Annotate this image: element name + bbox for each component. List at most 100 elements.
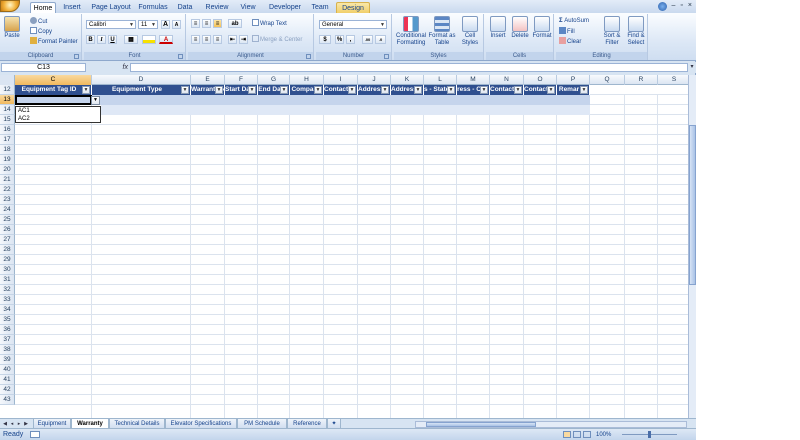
filter-dropdown-icon[interactable]: ▼ <box>280 86 288 94</box>
last-sheet-icon[interactable]: ▶ <box>23 420 29 428</box>
vertical-scrollbar[interactable] <box>688 75 696 418</box>
tab-team[interactable]: Team <box>308 2 332 13</box>
row-header-18[interactable]: 18 <box>0 145 15 155</box>
horizontal-scrollbar[interactable] <box>415 421 687 428</box>
row-header-33[interactable]: 33 <box>0 295 15 305</box>
currency-button[interactable]: $ <box>319 35 331 44</box>
column-header-f[interactable]: F <box>225 75 258 85</box>
align-right-icon[interactable]: ≡ <box>213 35 222 44</box>
clear-button[interactable]: Clear <box>559 37 581 46</box>
tab-view[interactable]: View <box>236 2 260 13</box>
table-header-cell[interactable]: Contact N ▼ <box>324 85 358 95</box>
orientation-icon[interactable]: ab <box>228 19 242 28</box>
dropdown-option-ac1[interactable]: AC1 <box>16 107 100 115</box>
row-header-27[interactable]: 27 <box>0 235 15 245</box>
page-break-view-icon[interactable] <box>583 431 591 438</box>
paste-button[interactable]: Paste <box>2 16 22 40</box>
table-header-cell[interactable]: Equipment Tag ID ▼ <box>15 85 92 95</box>
vertical-scroll-thumb[interactable] <box>689 125 696 285</box>
column-header-p[interactable]: P <box>557 75 590 85</box>
row-header-21[interactable]: 21 <box>0 175 15 185</box>
font-launcher-icon[interactable] <box>178 54 183 59</box>
restore-icon[interactable]: ▫ <box>680 2 682 12</box>
increase-indent-icon[interactable]: ⇥ <box>239 35 248 44</box>
align-top-icon[interactable]: ≡ <box>191 19 200 28</box>
column-header-q[interactable]: Q <box>590 75 625 85</box>
column-header-r[interactable]: R <box>625 75 658 85</box>
tab-data[interactable]: Data <box>174 2 196 13</box>
row-header-30[interactable]: 30 <box>0 265 15 275</box>
number-format-combo[interactable]: General ▼ <box>319 20 387 29</box>
decrease-indent-icon[interactable]: ⇤ <box>228 35 237 44</box>
tab-review[interactable]: Review <box>202 2 232 13</box>
row-header-28[interactable]: 28 <box>0 245 15 255</box>
horizontal-scroll-thumb[interactable] <box>426 422 536 427</box>
column-header-c[interactable]: C <box>15 75 92 85</box>
column-header-g[interactable]: G <box>258 75 290 85</box>
zoom-slider-knob[interactable] <box>648 431 651 438</box>
row-header-40[interactable]: 40 <box>0 365 15 375</box>
shrink-font-button[interactable]: A <box>172 20 181 29</box>
format-painter-button[interactable]: Format Painter <box>30 37 78 46</box>
filter-dropdown-icon[interactable]: ▼ <box>547 86 555 94</box>
filter-dropdown-icon[interactable]: ▼ <box>82 86 90 94</box>
table-header-cell[interactable]: End Da ▼ <box>258 85 290 95</box>
dropdown-option-ac2[interactable]: AC2 <box>16 115 100 123</box>
filter-dropdown-icon[interactable]: ▼ <box>248 86 256 94</box>
column-header-j[interactable]: J <box>358 75 391 85</box>
row-header-35[interactable]: 35 <box>0 315 15 325</box>
tab-design[interactable]: Design <box>336 2 370 13</box>
row-header-31[interactable]: 31 <box>0 275 15 285</box>
row-header-17[interactable]: 17 <box>0 135 15 145</box>
table-header-cell[interactable]: Start Da ▼ <box>225 85 258 95</box>
row-header-36[interactable]: 36 <box>0 325 15 335</box>
italic-button[interactable]: I <box>97 35 106 44</box>
font-size-combo[interactable]: 11 ▼ <box>138 20 158 29</box>
close-icon[interactable]: × <box>688 2 692 12</box>
table-header-cell[interactable]: Warranty N ▼ <box>191 85 225 95</box>
zoom-slider[interactable] <box>622 431 677 438</box>
tab-home[interactable]: Home <box>30 2 56 13</box>
cut-button[interactable]: Cut <box>30 17 47 26</box>
column-header-m[interactable]: M <box>457 75 490 85</box>
format-as-table-button[interactable]: Format as Table <box>428 16 456 47</box>
copy-button[interactable]: Copy <box>30 27 52 36</box>
tab-insert[interactable]: Insert <box>58 2 86 13</box>
align-middle-icon[interactable]: ≡ <box>202 19 211 28</box>
table-header-cell[interactable]: Remar ▼ <box>557 85 590 95</box>
row-header-14[interactable]: 14 <box>0 105 15 115</box>
zoom-level[interactable]: 100% <box>596 430 611 440</box>
row-header-26[interactable]: 26 <box>0 225 15 235</box>
column-header-i[interactable]: I <box>324 75 358 85</box>
filter-dropdown-icon[interactable]: ▼ <box>314 86 322 94</box>
tab-page-layout[interactable]: Page Layout <box>90 2 132 13</box>
select-all-corner[interactable] <box>0 75 15 85</box>
percent-button[interactable]: % <box>335 35 344 44</box>
column-header-d[interactable]: D <box>92 75 191 85</box>
bold-button[interactable]: B <box>86 35 95 44</box>
sort-filter-button[interactable]: Sort & Filter <box>600 16 624 47</box>
align-left-icon[interactable]: ≡ <box>191 35 200 44</box>
fill-color-icon[interactable] <box>142 35 156 44</box>
row-header-34[interactable]: 34 <box>0 305 15 315</box>
increase-decimal-button[interactable]: .00 <box>362 35 373 44</box>
tab-formulas[interactable]: Formulas <box>136 2 170 13</box>
column-header-k[interactable]: K <box>391 75 424 85</box>
table-header-cell[interactable]: Contact P ▼ <box>490 85 524 95</box>
borders-icon[interactable]: ▦ <box>124 35 138 44</box>
macro-record-icon[interactable] <box>30 431 40 438</box>
autosum-button[interactable]: Σ AutoSum <box>559 17 589 26</box>
normal-view-icon[interactable] <box>563 431 571 438</box>
dropdown-arrow-button[interactable]: ▼ <box>91 96 100 105</box>
filter-dropdown-icon[interactable]: ▼ <box>480 86 488 94</box>
column-header-l[interactable]: L <box>424 75 457 85</box>
find-select-button[interactable]: Find & Select <box>624 16 648 47</box>
row-header-42[interactable]: 42 <box>0 385 15 395</box>
clipboard-launcher-icon[interactable] <box>74 54 79 59</box>
row-header-43[interactable]: 43 <box>0 395 15 405</box>
fill-button[interactable]: Fill <box>559 27 575 36</box>
conditional-formatting-button[interactable]: Conditional Formatting <box>395 16 427 47</box>
row-header-37[interactable]: 37 <box>0 335 15 345</box>
row-header-32[interactable]: 32 <box>0 285 15 295</box>
row-header-24[interactable]: 24 <box>0 205 15 215</box>
